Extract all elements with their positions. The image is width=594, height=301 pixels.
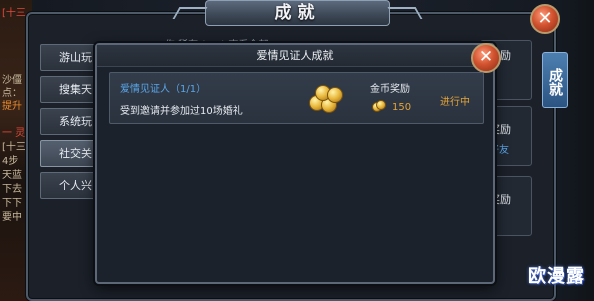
- reward-value: 150: [392, 102, 412, 113]
- chat-line: 提升: [2, 101, 22, 112]
- watermark-logo: 欧漫露: [528, 266, 585, 287]
- status-badge: 进行中: [440, 97, 470, 108]
- achievement-description: 受到邀请并参加过10场婚礼: [120, 106, 243, 117]
- chat-line: 天蓝: [2, 170, 22, 181]
- chat-line: 点：: [2, 88, 22, 99]
- chat-line: 一 灵: [2, 128, 26, 139]
- achievement-popup: 爱情见证人成就 ✕ 爱情见证人（1/1） 受到邀请并参加过10场婚礼 金币奖励 …: [95, 43, 501, 284]
- chat-line: [十三: [2, 142, 26, 153]
- close-icon[interactable]: ✕: [471, 43, 501, 73]
- chat-line: 要中: [2, 212, 22, 223]
- popup-title: 爱情见证人成就: [97, 45, 493, 67]
- close-icon[interactable]: ✕: [530, 4, 560, 34]
- chat-line: 下下: [2, 198, 22, 209]
- gold-coins-icon: [305, 85, 345, 115]
- coin-icon: [372, 100, 386, 112]
- reward-label: 金币奖励: [370, 84, 410, 95]
- achievement-name: 爱情见证人（1/1）: [120, 84, 207, 95]
- side-tab-achievements[interactable]: 成就: [542, 52, 568, 108]
- window-title: 成就: [172, 0, 423, 26]
- chat-line: 4步: [2, 156, 19, 167]
- chat-line: [十三: [2, 8, 26, 19]
- achievement-row: 爱情见证人（1/1） 受到邀请并参加过10场婚礼 金币奖励 150 进行中: [109, 72, 484, 124]
- chat-line: 沙僵: [2, 75, 22, 86]
- chat-line: 下去: [2, 184, 22, 195]
